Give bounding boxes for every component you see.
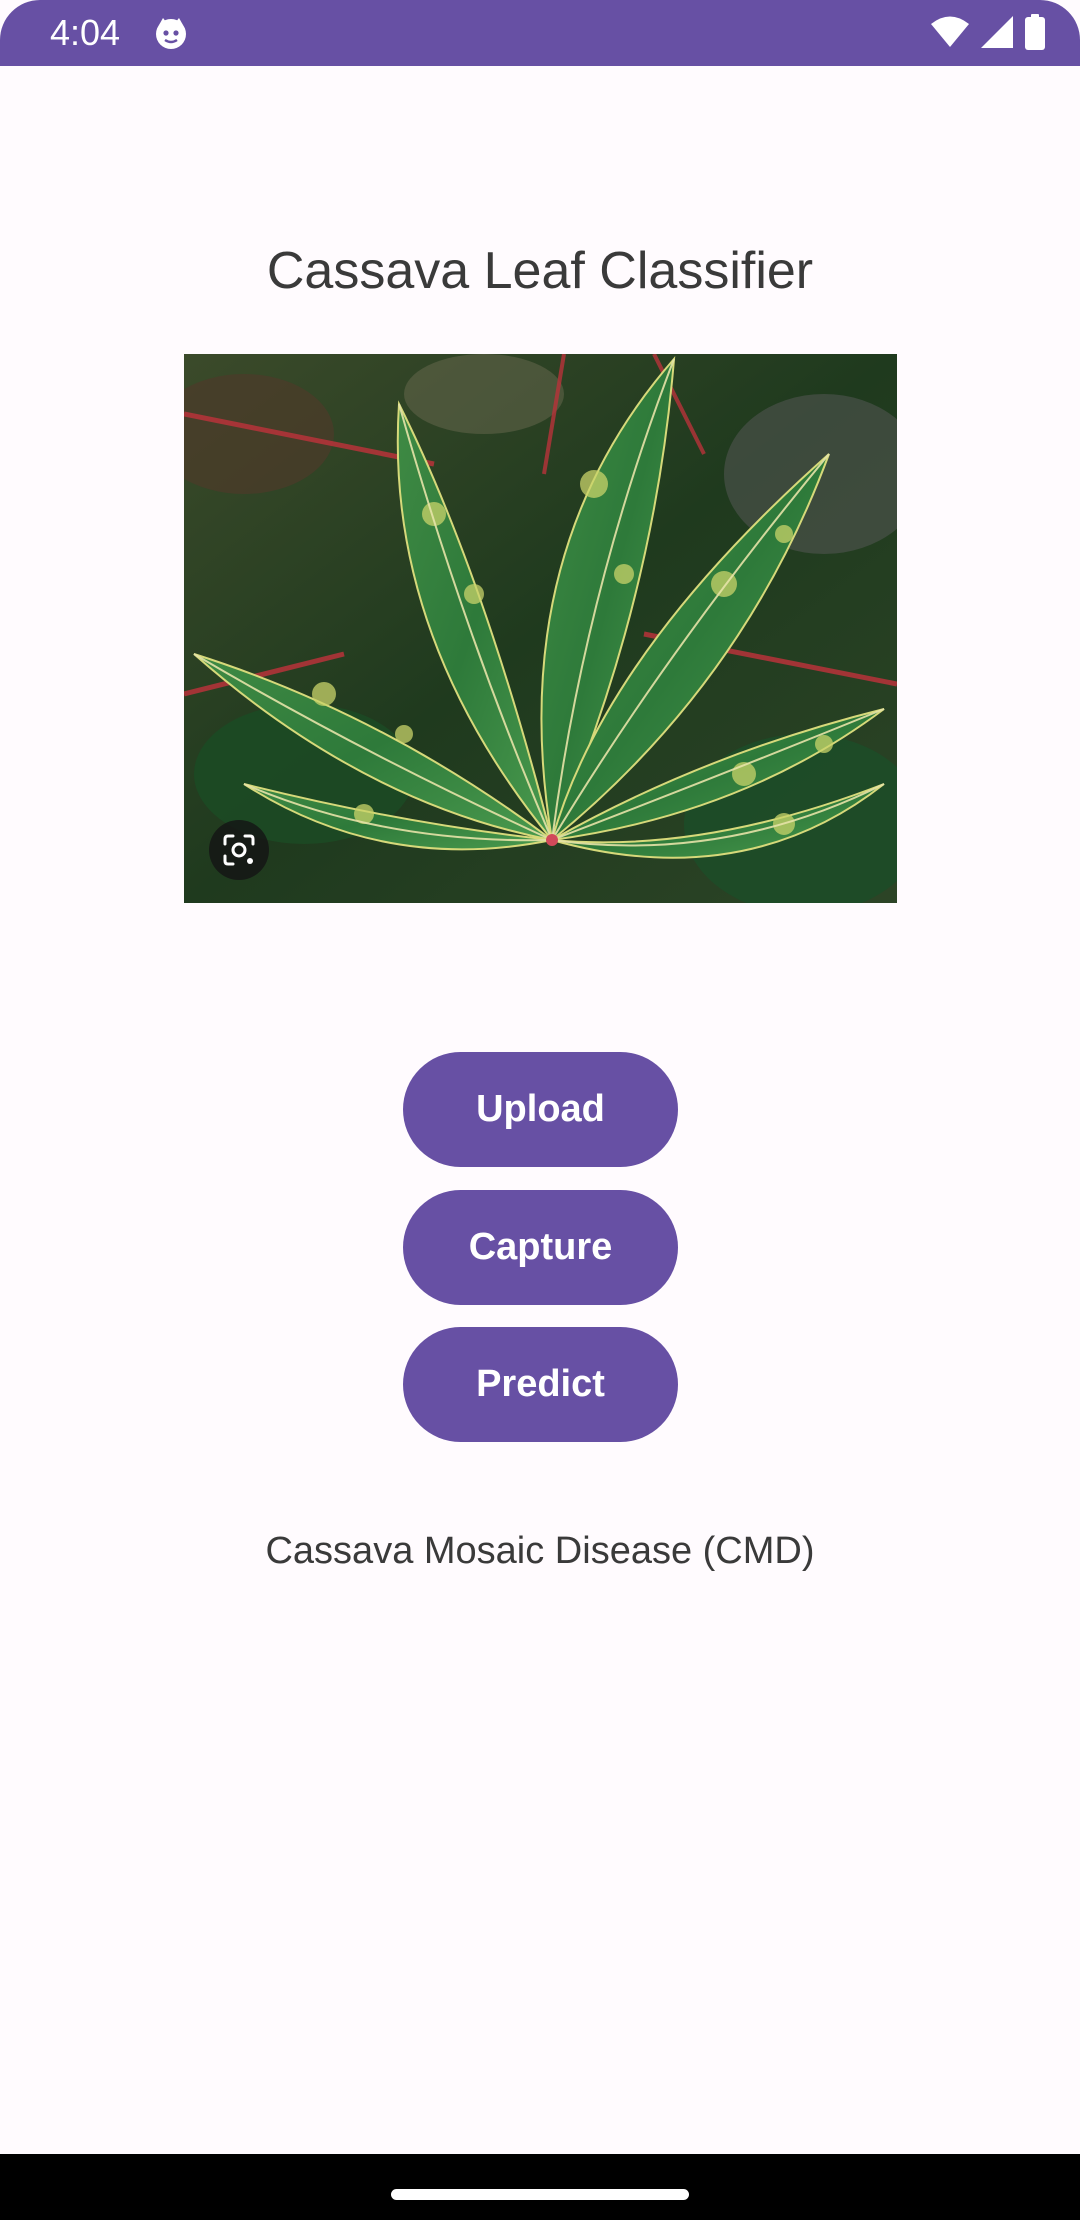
navigation-bar xyxy=(0,2154,1080,2220)
leaf-photo xyxy=(184,354,897,903)
prediction-result: Cassava Mosaic Disease (CMD) xyxy=(265,1530,815,1572)
upload-button[interactable]: Upload xyxy=(403,1052,678,1167)
wifi-icon xyxy=(930,15,970,54)
capture-button[interactable]: Capture xyxy=(403,1190,678,1305)
predict-button[interactable]: Predict xyxy=(403,1327,678,1442)
app-notification-icon xyxy=(153,15,189,51)
google-lens-icon xyxy=(222,833,256,867)
status-time: 4:04 xyxy=(50,12,121,53)
status-icons xyxy=(930,13,1046,55)
battery-icon xyxy=(1024,13,1046,55)
page-title: Cassava Leaf Classifier xyxy=(266,242,814,300)
app-screen: 4:04 Cassava Leaf Classifier Upload Capt… xyxy=(0,0,1080,2220)
home-handle[interactable] xyxy=(391,2189,689,2200)
leaf-image xyxy=(184,354,897,903)
google-lens-button[interactable] xyxy=(209,820,269,880)
cellular-signal-icon xyxy=(980,15,1014,54)
status-bar: 4:04 xyxy=(0,0,1080,66)
